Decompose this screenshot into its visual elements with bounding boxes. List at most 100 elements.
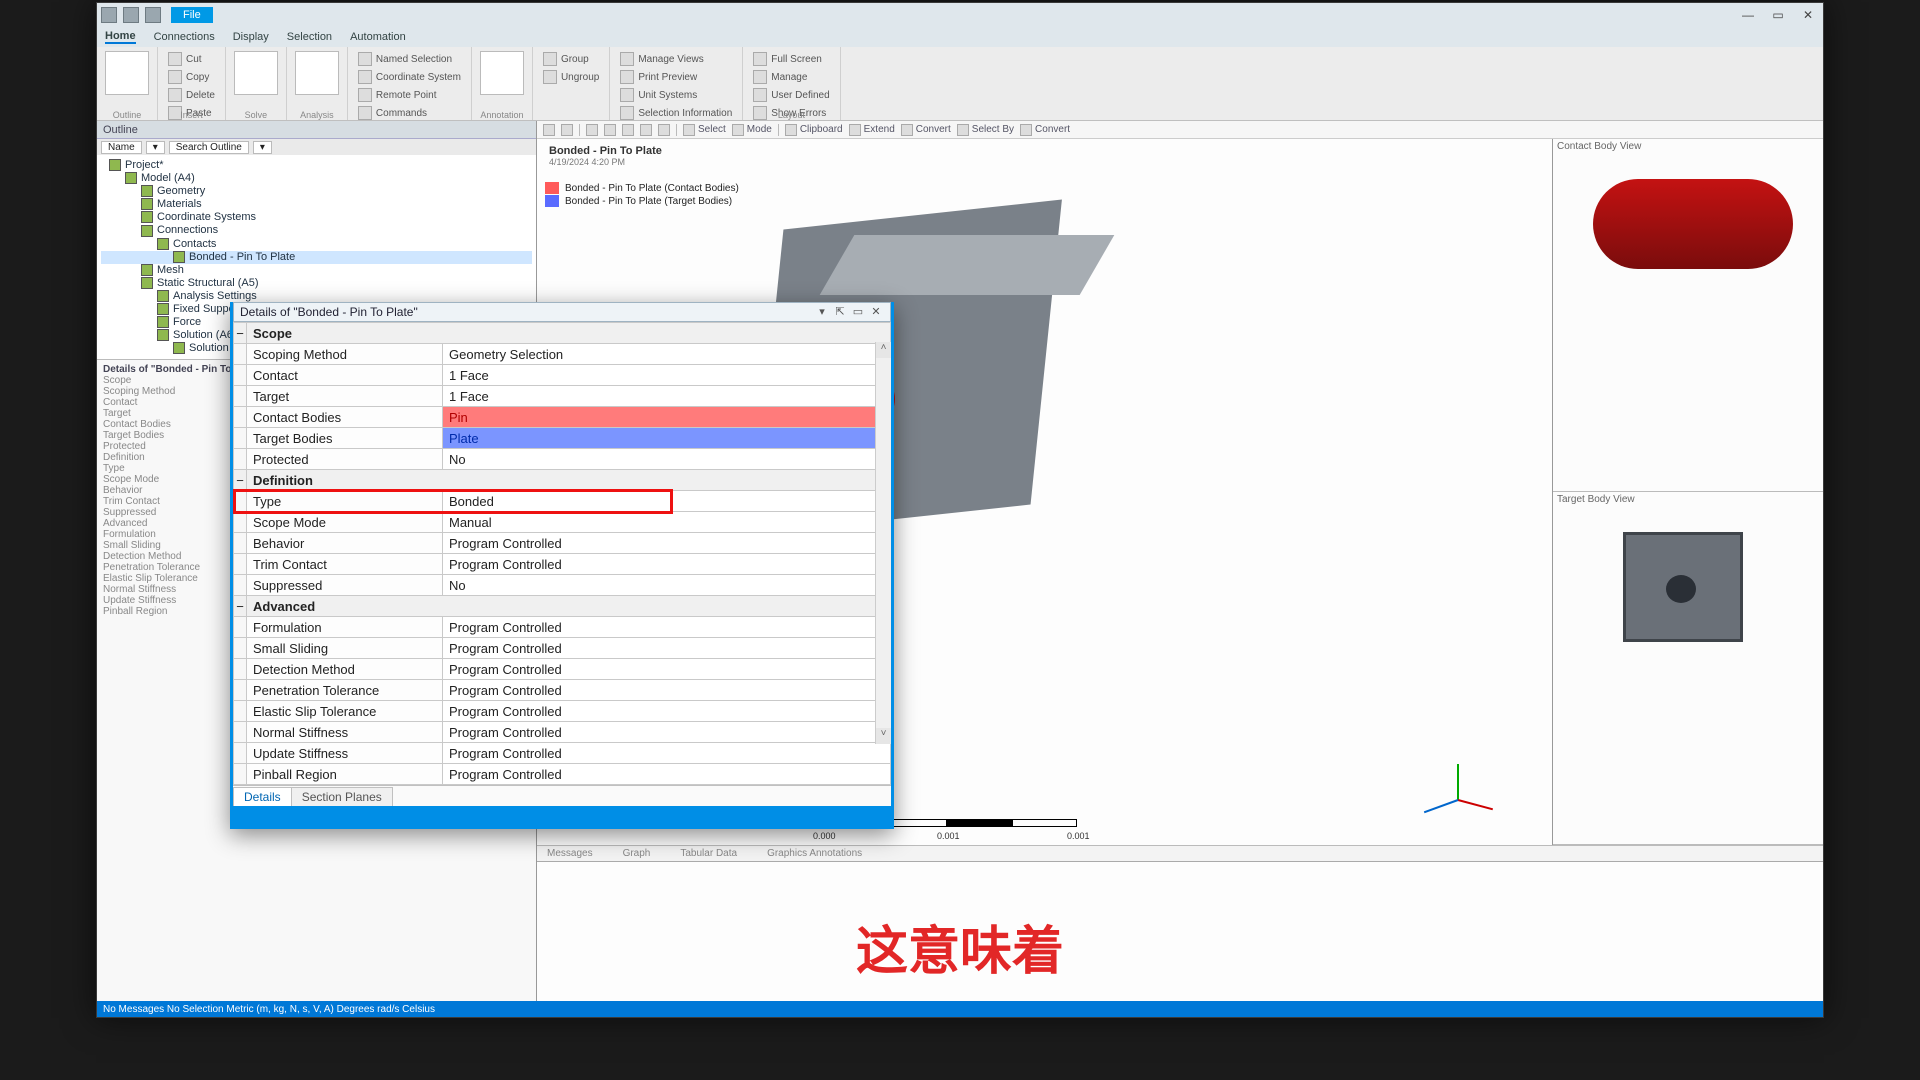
- ribbon-item[interactable]: Manage Views: [618, 51, 734, 67]
- ribbon-item[interactable]: Selection Information: [618, 105, 734, 121]
- section-header[interactable]: −Scope: [234, 323, 891, 344]
- gfx-tool[interactable]: [622, 124, 634, 136]
- tab-section-planes[interactable]: Section Planes: [291, 787, 393, 806]
- gfx-tool[interactable]: Mode: [732, 124, 772, 136]
- popup-max-icon[interactable]: ▭: [850, 305, 866, 319]
- details-property-table[interactable]: −ScopeScoping MethodGeometry SelectionCo…: [233, 322, 891, 785]
- outline-filter[interactable]: ▾: [253, 141, 272, 154]
- tree-node[interactable]: Model (A4): [101, 172, 532, 185]
- file-tab[interactable]: File: [171, 7, 213, 23]
- details-popup-title[interactable]: Details of "Bonded - Pin To Plate" ▾ ⇱ ▭…: [233, 302, 891, 322]
- contact-body-preview[interactable]: [1593, 179, 1793, 269]
- ribbon-tab-automation[interactable]: Automation: [350, 31, 406, 43]
- outline-filter[interactable]: Name: [101, 141, 142, 154]
- lower-tab[interactable]: Tabular Data: [680, 848, 737, 859]
- ribbon-item[interactable]: Ungroup: [541, 69, 601, 85]
- details-tab-strip[interactable]: Details Section Planes: [233, 785, 891, 806]
- gfx-tool[interactable]: [586, 124, 598, 136]
- ribbon-item[interactable]: Coordinate System: [356, 69, 463, 85]
- lower-tab[interactable]: Messages: [547, 848, 593, 859]
- scroll-down-icon[interactable]: ˅: [876, 728, 891, 744]
- ribbon-item[interactable]: Delete: [166, 87, 217, 103]
- property-row[interactable]: Detection MethodProgram Controlled: [234, 659, 891, 680]
- tree-node[interactable]: Materials: [101, 198, 532, 211]
- ribbon-item[interactable]: Commands: [356, 105, 463, 121]
- ribbon-big-button[interactable]: [480, 51, 524, 95]
- ribbon-item[interactable]: Named Selection: [356, 51, 463, 67]
- gfx-tool[interactable]: Convert: [901, 124, 951, 136]
- property-row[interactable]: BehaviorProgram Controlled: [234, 533, 891, 554]
- property-row[interactable]: TypeBonded: [234, 491, 891, 512]
- gfx-tool[interactable]: [658, 124, 670, 136]
- target-body-preview[interactable]: [1623, 532, 1743, 642]
- property-row[interactable]: Trim ContactProgram Controlled: [234, 554, 891, 575]
- gfx-tool[interactable]: Convert: [1020, 124, 1070, 136]
- ribbon-item[interactable]: Remote Point: [356, 87, 463, 103]
- property-row[interactable]: Update StiffnessProgram Controlled: [234, 743, 891, 764]
- property-row[interactable]: Elastic Slip ToleranceProgram Controlled: [234, 701, 891, 722]
- property-row[interactable]: Scope ModeManual: [234, 512, 891, 533]
- tab-details[interactable]: Details: [233, 787, 292, 806]
- gfx-tool[interactable]: [561, 124, 573, 136]
- property-row[interactable]: Contact1 Face: [234, 365, 891, 386]
- ribbon-big-button[interactable]: [234, 51, 278, 95]
- lower-tab[interactable]: Graph: [623, 848, 651, 859]
- tree-node[interactable]: Static Structural (A5): [101, 277, 532, 290]
- property-row[interactable]: Target BodiesPlate: [234, 428, 891, 449]
- tree-node[interactable]: Bonded - Pin To Plate: [101, 251, 532, 264]
- gfx-tool[interactable]: Extend: [849, 124, 895, 136]
- property-row[interactable]: Penetration ToleranceProgram Controlled: [234, 680, 891, 701]
- popup-dropdown-icon[interactable]: ▾: [814, 305, 830, 319]
- gfx-tool[interactable]: Select By: [957, 124, 1014, 136]
- tree-node[interactable]: Coordinate Systems: [101, 211, 532, 224]
- section-header[interactable]: −Definition: [234, 470, 891, 491]
- outline-filter-bar[interactable]: Name ▾ Search Outline ▾: [97, 139, 536, 155]
- qat-undo-icon[interactable]: [145, 7, 161, 23]
- ribbon-item[interactable]: Full Screen: [751, 51, 831, 67]
- ribbon-item[interactable]: Group: [541, 51, 601, 67]
- ribbon-tab-home[interactable]: Home: [105, 30, 136, 44]
- tree-node[interactable]: Connections: [101, 224, 532, 237]
- outline-filter[interactable]: ▾: [146, 141, 165, 154]
- popup-close-icon[interactable]: ✕: [868, 305, 884, 319]
- property-row[interactable]: FormulationProgram Controlled: [234, 617, 891, 638]
- gfx-tool[interactable]: [543, 124, 555, 136]
- ribbon-tab-display[interactable]: Display: [233, 31, 269, 43]
- scroll-up-icon[interactable]: ˄: [876, 342, 891, 358]
- ribbon-item[interactable]: User Defined: [751, 87, 831, 103]
- gfx-tool[interactable]: Clipboard: [785, 124, 843, 136]
- property-row[interactable]: Contact BodiesPin: [234, 407, 891, 428]
- graphics-toolbar[interactable]: Select Mode Clipboard Extend Convert Select B…: [537, 121, 1823, 139]
- popup-pin-icon[interactable]: ⇱: [832, 305, 848, 319]
- lower-tab-bar[interactable]: Messages Graph Tabular Data Graphics Annota…: [537, 845, 1823, 861]
- property-row[interactable]: ProtectedNo: [234, 449, 891, 470]
- property-row[interactable]: Small SlidingProgram Controlled: [234, 638, 891, 659]
- gfx-tool[interactable]: [640, 124, 652, 136]
- window-min-button[interactable]: —: [1733, 3, 1763, 27]
- tree-node[interactable]: Geometry: [101, 185, 532, 198]
- property-row[interactable]: Scoping MethodGeometry Selection: [234, 344, 891, 365]
- ribbon-item[interactable]: Print Preview: [618, 69, 734, 85]
- ribbon-tab-selection[interactable]: Selection: [287, 31, 332, 43]
- triad-icon[interactable]: [1442, 751, 1512, 821]
- qat-save-icon[interactable]: [123, 7, 139, 23]
- outline-filter[interactable]: Search Outline: [169, 141, 249, 154]
- tree-node[interactable]: Project*: [101, 159, 532, 172]
- details-scrollbar[interactable]: ˄ ˅: [875, 342, 891, 744]
- ribbon-item[interactable]: Copy: [166, 69, 217, 85]
- property-row[interactable]: Target1 Face: [234, 386, 891, 407]
- gfx-tool[interactable]: Select: [683, 124, 726, 136]
- ribbon-item[interactable]: Cut: [166, 51, 217, 67]
- ribbon-item[interactable]: Manage: [751, 69, 831, 85]
- tree-node[interactable]: Contacts: [101, 238, 532, 251]
- ribbon-big-button[interactable]: [105, 51, 149, 95]
- ribbon-item[interactable]: Unit Systems: [618, 87, 734, 103]
- tree-node[interactable]: Mesh: [101, 264, 532, 277]
- property-row[interactable]: SuppressedNo: [234, 575, 891, 596]
- window-max-button[interactable]: ▭: [1763, 3, 1793, 27]
- section-header[interactable]: −Advanced: [234, 596, 891, 617]
- window-close-button[interactable]: ✕: [1793, 3, 1823, 27]
- gfx-tool[interactable]: [604, 124, 616, 136]
- lower-tab[interactable]: Graphics Annotations: [767, 848, 862, 859]
- property-row[interactable]: Pinball RegionProgram Controlled: [234, 764, 891, 785]
